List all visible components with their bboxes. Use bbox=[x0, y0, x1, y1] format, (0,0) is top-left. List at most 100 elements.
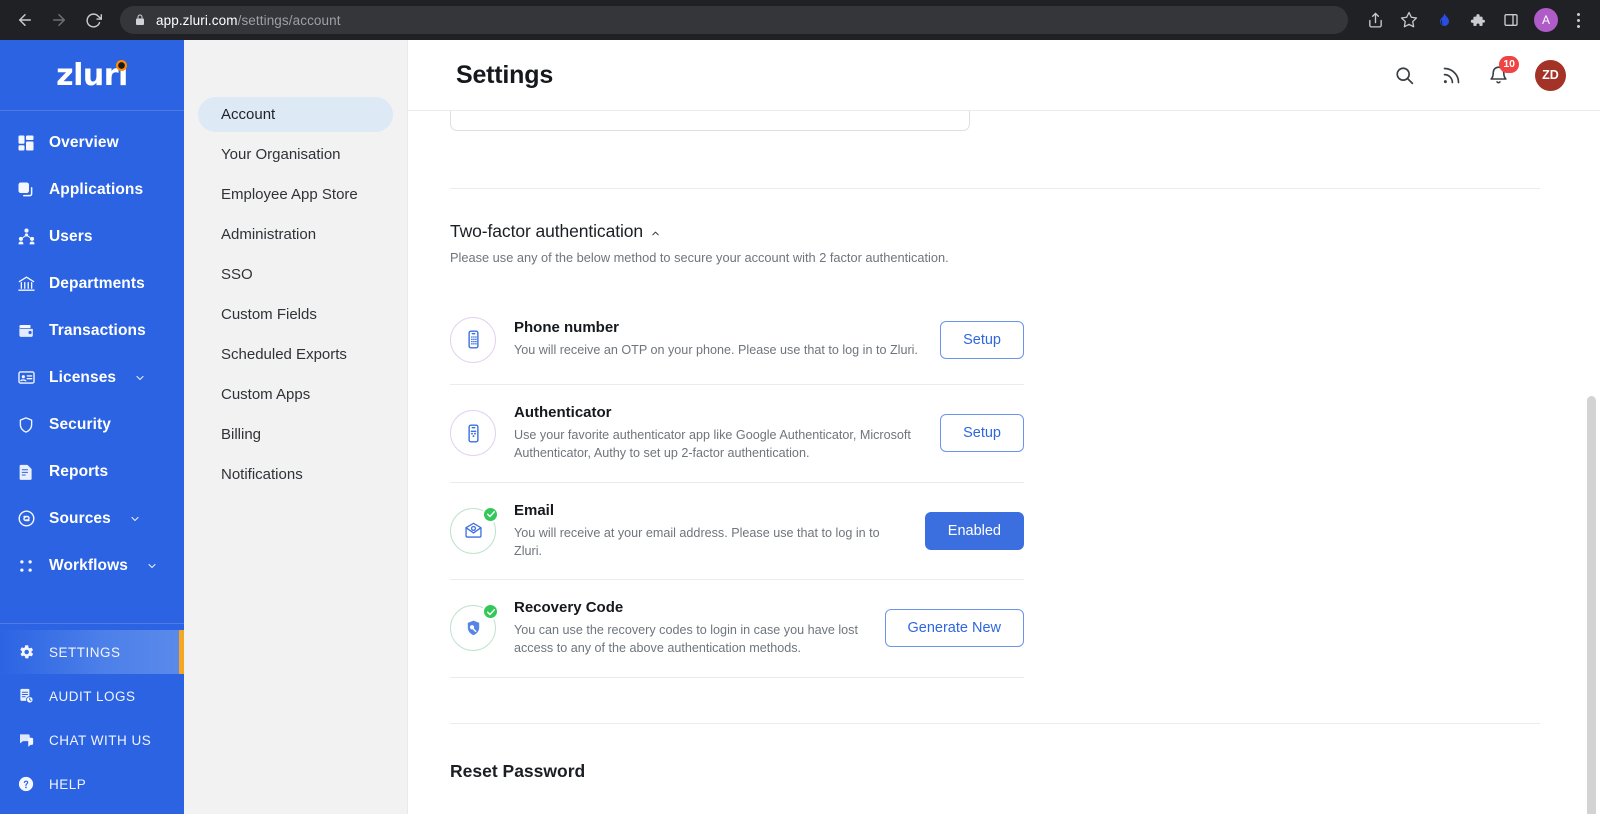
settings-nav-label: Scheduled Exports bbox=[221, 346, 347, 363]
chevron-down-icon[interactable] bbox=[146, 560, 158, 572]
share-icon[interactable] bbox=[1360, 5, 1390, 35]
method-title: Phone number bbox=[514, 319, 620, 337]
side-panel-icon[interactable] bbox=[1496, 5, 1526, 35]
audit-log-icon bbox=[16, 686, 36, 706]
sidebar-item-label: Overview bbox=[49, 133, 119, 151]
method-action-button[interactable]: Generate New bbox=[884, 609, 1024, 648]
forward-arrow-icon[interactable] bbox=[44, 5, 74, 35]
scrollbar-track[interactable] bbox=[1587, 111, 1596, 814]
settings-nav-label: Account bbox=[221, 106, 276, 123]
sidebar-item-overview[interactable]: Overview bbox=[0, 119, 184, 166]
sidebar-item-applications[interactable]: Applications bbox=[0, 166, 184, 213]
settings-nav-item-sso[interactable]: SSO bbox=[198, 257, 393, 292]
search-icon[interactable] bbox=[1394, 65, 1415, 86]
gear-icon bbox=[16, 642, 36, 662]
sidebar-item-users[interactable]: Users bbox=[0, 213, 184, 260]
sidebar-item-label: Reports bbox=[49, 462, 109, 480]
grid-icon bbox=[16, 133, 36, 153]
notification-count-badge: 10 bbox=[1499, 55, 1519, 73]
puzzle-piece-icon[interactable] bbox=[1462, 5, 1492, 35]
zluri-logo[interactable]: zluri bbox=[0, 40, 184, 111]
scrollbar-thumb[interactable] bbox=[1587, 396, 1596, 814]
method-body: Phone number You will receive an OTP on … bbox=[514, 319, 940, 359]
sidebar-item-licenses[interactable]: Licenses bbox=[0, 354, 184, 401]
notification-bell-icon[interactable]: 10 bbox=[1488, 55, 1519, 86]
method-title: Email bbox=[514, 501, 555, 519]
flame-extension-icon[interactable] bbox=[1428, 5, 1458, 35]
settings-nav-item-account[interactable]: Account bbox=[198, 97, 393, 132]
page-header: Settings 10 ZD bbox=[408, 40, 1600, 111]
settings-nav-item-scheduled-exports[interactable]: Scheduled Exports bbox=[198, 337, 393, 372]
settings-nav-item-custom-fields[interactable]: Custom Fields bbox=[198, 297, 393, 332]
two-factor-header[interactable]: Two-factor authentication bbox=[450, 221, 1560, 242]
page-title: Settings bbox=[456, 60, 554, 89]
two-factor-title: Two-factor authentication bbox=[450, 221, 644, 241]
sidebar-item-label: Transactions bbox=[49, 321, 146, 339]
method-action-button[interactable]: Enabled bbox=[924, 511, 1024, 550]
chevron-up-icon[interactable] bbox=[650, 228, 661, 239]
sidebar-item-sources[interactable]: Sources bbox=[0, 495, 184, 542]
sidebar-bottom-nav: SETTINGS AUDIT LOGS CHAT WITH US HELP bbox=[0, 623, 184, 814]
method-row: Authenticator Use your favorite authenti… bbox=[450, 385, 1024, 483]
sidebar-item-label: CHAT WITH US bbox=[49, 732, 152, 748]
rss-feed-icon[interactable] bbox=[1441, 65, 1462, 86]
reload-icon[interactable] bbox=[78, 5, 108, 35]
settings-nav-label: Custom Fields bbox=[221, 306, 317, 323]
chevron-down-icon[interactable] bbox=[129, 513, 141, 525]
sidebar-item-security[interactable]: Security bbox=[0, 401, 184, 448]
users-icon bbox=[16, 227, 36, 247]
settings-nav-item-notifications[interactable]: Notifications bbox=[198, 457, 393, 492]
bank-icon bbox=[16, 274, 36, 294]
browser-profile-avatar[interactable]: A bbox=[1534, 8, 1558, 32]
two-factor-authentication-section: Two-factor authentication Please use any… bbox=[450, 189, 1560, 678]
sidebar-item-label: Departments bbox=[49, 274, 145, 292]
method-description: You will receive an OTP on your phone. P… bbox=[514, 343, 918, 358]
sidebar-item-audit-logs[interactable]: AUDIT LOGS bbox=[0, 674, 184, 718]
settings-nav-label: SSO bbox=[221, 266, 253, 283]
sidebar-item-label: Workflows bbox=[49, 556, 128, 574]
sidebar-item-label: Users bbox=[49, 227, 93, 245]
sidebar-item-transactions[interactable]: Transactions bbox=[0, 307, 184, 354]
sidebar-item-departments[interactable]: Departments bbox=[0, 260, 184, 307]
logo-dot-icon bbox=[116, 60, 127, 71]
settings-nav-item-your-organisation[interactable]: Your Organisation bbox=[198, 137, 393, 172]
sidebar-item-label: Licenses bbox=[49, 368, 117, 386]
sidebar-item-label: AUDIT LOGS bbox=[49, 688, 136, 704]
method-title: Authenticator bbox=[514, 404, 612, 421]
method-description: You can use the recovery codes to login … bbox=[514, 623, 858, 656]
phone-input[interactable] bbox=[450, 111, 970, 131]
browser-actions: A bbox=[1360, 5, 1590, 35]
settings-nav-item-employee-app-store[interactable]: Employee App Store bbox=[198, 177, 393, 212]
chevron-down-icon[interactable] bbox=[134, 372, 146, 384]
help-icon bbox=[16, 774, 36, 794]
sidebar-main-nav: Overview Applications Users Departments bbox=[0, 111, 184, 623]
sidebar-item-settings[interactable]: SETTINGS bbox=[0, 630, 184, 674]
back-arrow-icon[interactable] bbox=[10, 5, 40, 35]
phone-field-group: Phone No bbox=[450, 111, 1560, 131]
settings-nav-label: Custom Apps bbox=[221, 386, 311, 403]
license-card-icon bbox=[16, 368, 36, 388]
method-action-button[interactable]: Setup bbox=[940, 414, 1024, 453]
chat-icon bbox=[16, 730, 36, 750]
user-avatar[interactable]: ZD bbox=[1535, 59, 1566, 91]
url-text: app.zluri.com/settings/account bbox=[156, 12, 341, 28]
settings-nav-label: Employee App Store bbox=[221, 186, 358, 203]
settings-nav-item-custom-apps[interactable]: Custom Apps bbox=[198, 377, 393, 412]
settings-nav-item-administration[interactable]: Administration bbox=[198, 217, 393, 252]
report-icon bbox=[16, 462, 36, 482]
settings-nav-label: Administration bbox=[221, 226, 317, 243]
sidebar-item-reports[interactable]: Reports bbox=[0, 448, 184, 495]
address-bar[interactable]: app.zluri.com/settings/account bbox=[120, 6, 1348, 34]
star-icon[interactable] bbox=[1394, 5, 1424, 35]
sidebar-item-help[interactable]: HELP bbox=[0, 762, 184, 806]
method-row: Email You will receive at your email add… bbox=[450, 483, 1024, 580]
method-action-button[interactable]: Setup bbox=[940, 320, 1024, 359]
sidebar-item-label: Security bbox=[49, 415, 111, 433]
shield-icon bbox=[16, 415, 36, 435]
sidebar-item-label: SETTINGS bbox=[49, 644, 121, 660]
three-dot-menu-icon[interactable] bbox=[1566, 12, 1590, 28]
sidebar-item-workflows[interactable]: Workflows bbox=[0, 542, 184, 589]
sidebar-item-chat-with-us[interactable]: CHAT WITH US bbox=[0, 718, 184, 762]
settings-nav-item-billing[interactable]: Billing bbox=[198, 417, 393, 452]
settings-nav-label: Billing bbox=[221, 426, 262, 443]
